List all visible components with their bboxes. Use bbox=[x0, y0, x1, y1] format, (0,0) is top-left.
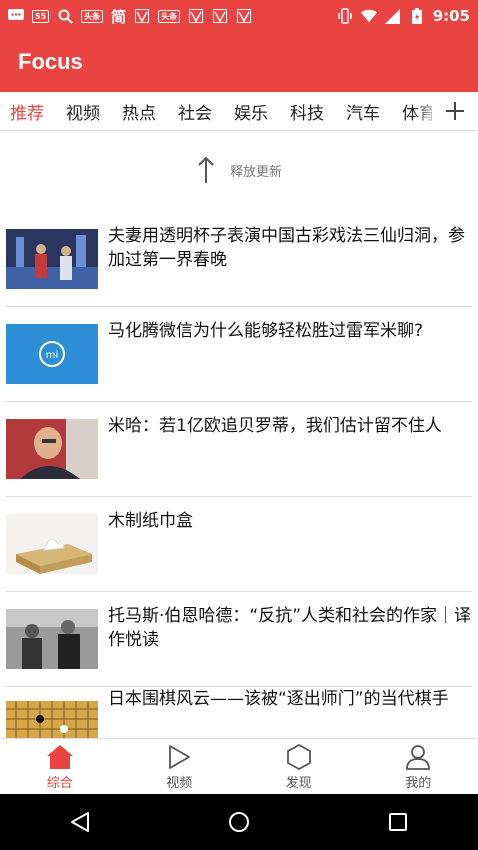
home-icon bbox=[46, 744, 73, 769]
list-item[interactable]: mi 马化腾微信为什么能够轻松胜过雷军米聊? bbox=[6, 307, 472, 402]
nav-video-label: 视频 bbox=[166, 775, 193, 791]
nav-me-label: 我的 bbox=[405, 775, 432, 791]
person-icon bbox=[406, 744, 431, 770]
pull-refresh-indicator: 释放更新 bbox=[0, 150, 478, 190]
bottom-nav: 综合 视频 发现 我的 bbox=[0, 738, 478, 795]
tab-recommend[interactable]: 推荐 bbox=[10, 99, 44, 124]
nav-home[interactable]: 综合 bbox=[0, 739, 120, 795]
thumbnail-portrait bbox=[6, 419, 98, 479]
refresh-text: 释放更新 bbox=[229, 164, 282, 180]
home-circle-icon[interactable] bbox=[227, 810, 251, 834]
nav-discover[interactable]: 发现 bbox=[239, 739, 359, 795]
hexagon-icon bbox=[286, 743, 311, 770]
news-app-icon bbox=[134, 8, 150, 24]
tab-video[interactable]: 视频 bbox=[66, 99, 100, 124]
news-app-icon bbox=[212, 8, 228, 24]
plus-icon bbox=[446, 102, 464, 120]
tab-hot[interactable]: 热点 bbox=[122, 99, 156, 124]
nav-discover-label: 发现 bbox=[285, 775, 312, 791]
recents-icon[interactable] bbox=[386, 810, 410, 834]
nav-video[interactable]: 视频 bbox=[120, 739, 240, 795]
tab-tech[interactable]: 科技 bbox=[290, 99, 324, 124]
arrow-up-icon bbox=[198, 156, 214, 183]
back-icon[interactable] bbox=[68, 810, 92, 834]
tab-auto[interactable]: 汽车 bbox=[346, 99, 380, 124]
nav-home-label: 综合 bbox=[46, 775, 73, 791]
thumbnail-stage bbox=[6, 229, 98, 289]
clock: 9:05 bbox=[432, 7, 470, 25]
toutiao-icon: 头条 bbox=[81, 9, 104, 23]
tab-society[interactable]: 社会 bbox=[178, 99, 212, 124]
nav-me[interactable]: 我的 bbox=[359, 739, 478, 795]
news-title: 日本围棋风云——该被“逐出师门”的当代棋手 bbox=[108, 689, 449, 709]
news-app-icon bbox=[188, 8, 204, 24]
news-title: 夫妻用透明杯子表演中国古彩戏法三仙归洞，参加过第一界春晚 bbox=[108, 226, 465, 270]
play-icon bbox=[169, 744, 191, 769]
news-title: 托马斯·伯恩哈德：“反抗”人类和社会的作家｜译作悦读 bbox=[108, 606, 472, 650]
svg-text:mi: mi bbox=[46, 350, 59, 361]
news-app-icon bbox=[236, 8, 252, 24]
thumbnail-miliao: mi bbox=[6, 324, 98, 384]
list-item[interactable]: 米哈：若1亿欧追贝罗蒂，我们估计留不住人 bbox=[6, 402, 472, 497]
thumbnail-tissue-box bbox=[6, 514, 98, 574]
battery-icon bbox=[409, 8, 425, 24]
vibrate-icon bbox=[337, 8, 353, 24]
app-title: Focus bbox=[18, 49, 83, 74]
list-item[interactable]: 夫妻用透明杯子表演中国古彩戏法三仙归洞，参加过第一界春晚 bbox=[6, 212, 472, 307]
news-title: 马化腾微信为什么能够轻松胜过雷军米聊? bbox=[108, 321, 424, 341]
news-title: 木制纸巾盒 bbox=[108, 511, 193, 531]
status-bar: 55 头条 简 头条 9:05 bbox=[0, 0, 478, 32]
list-item[interactable]: 托马斯·伯恩哈德：“反抗”人类和社会的作家｜译作悦读 bbox=[6, 592, 472, 687]
add-channel-button[interactable] bbox=[432, 92, 478, 130]
search-icon bbox=[57, 8, 73, 24]
app-bar: Focus bbox=[0, 32, 478, 92]
toutiao-icon-2: 头条 bbox=[158, 9, 181, 23]
list-item[interactable]: 木制纸巾盒 bbox=[6, 497, 472, 592]
chat-icon bbox=[8, 8, 24, 24]
system-nav-bar bbox=[0, 794, 478, 850]
wifi-icon bbox=[360, 8, 377, 24]
signal-icon bbox=[385, 8, 401, 24]
category-tabs: 推荐 视频 热点 社会 娱乐 科技 汽车 体育 bbox=[0, 92, 478, 131]
news-title: 米哈：若1亿欧追贝罗蒂，我们估计留不住人 bbox=[108, 416, 442, 436]
notification-55-icon: 55 bbox=[32, 9, 50, 23]
thumbnail-bw-photo bbox=[6, 609, 98, 669]
simplified-icon: 简 bbox=[111, 7, 127, 26]
tab-entertainment[interactable]: 娱乐 bbox=[234, 99, 268, 124]
